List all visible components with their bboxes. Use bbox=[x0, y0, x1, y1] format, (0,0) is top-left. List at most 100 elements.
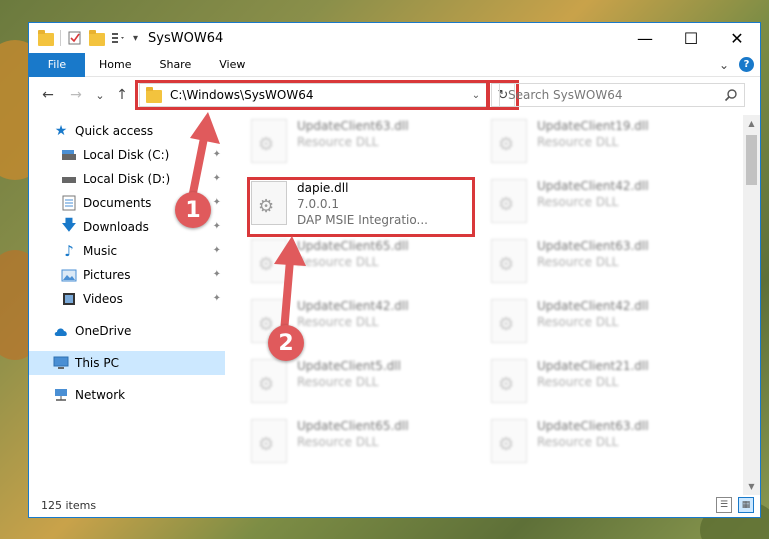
sidebar-item-label: This PC bbox=[75, 356, 119, 370]
file-name: dapie.dll bbox=[297, 181, 349, 195]
sidebar-item-pictures[interactable]: Pictures ✦ bbox=[29, 263, 225, 287]
sidebar-item-label: Downloads bbox=[83, 220, 149, 234]
video-icon bbox=[61, 291, 77, 307]
quick-access-toolbar: ▾ bbox=[29, 30, 138, 46]
address-path: C:\Windows\SysWOW64 bbox=[170, 88, 314, 102]
network-icon bbox=[53, 387, 69, 403]
file-name: UpdateClient42.dll bbox=[537, 179, 649, 193]
search-placeholder: Search SysWOW64 bbox=[508, 88, 623, 102]
address-bar[interactable]: C:\Windows\SysWOW64 ⌄ bbox=[139, 83, 487, 107]
title-bar: ▾ SysWOW64 — ☐ ✕ bbox=[29, 23, 760, 53]
dll-file-icon bbox=[491, 239, 527, 283]
back-button[interactable]: ← bbox=[37, 84, 59, 106]
file-tile[interactable]: UpdateClient42.dll Resource DLL bbox=[491, 299, 721, 357]
window-title: SysWOW64 bbox=[148, 30, 224, 46]
file-type: Resource DLL bbox=[537, 255, 619, 269]
file-type: Resource DLL bbox=[297, 375, 379, 389]
properties-icon[interactable] bbox=[67, 30, 83, 46]
drive-icon bbox=[61, 147, 77, 163]
help-icon[interactable]: ? bbox=[739, 57, 754, 72]
up-button[interactable]: ↑ bbox=[111, 84, 133, 106]
sidebar-item-network[interactable]: Network bbox=[29, 383, 225, 407]
sidebar-item-label: Local Disk (D:) bbox=[83, 172, 171, 186]
dll-file-icon bbox=[491, 299, 527, 343]
sidebar-item-label: Documents bbox=[83, 196, 152, 210]
sidebar-item-label: OneDrive bbox=[75, 324, 132, 338]
forward-button[interactable]: → bbox=[65, 84, 87, 106]
pin-icon[interactable]: ✦ bbox=[213, 293, 221, 304]
music-icon: ♪ bbox=[64, 242, 74, 260]
scroll-up-icon[interactable]: ▲ bbox=[743, 115, 760, 132]
sidebar-item-label: Music bbox=[83, 244, 118, 258]
folder-icon bbox=[38, 30, 54, 46]
file-tile[interactable]: UpdateClient42.dll Resource DLL bbox=[491, 179, 721, 237]
file-tile[interactable]: UpdateClient5.dll Resource DLL bbox=[251, 359, 481, 417]
tab-home[interactable]: Home bbox=[85, 53, 145, 77]
new-folder-icon[interactable] bbox=[89, 30, 105, 46]
file-tile[interactable]: UpdateClient21.dll Resource DLL bbox=[491, 359, 721, 417]
close-button[interactable]: ✕ bbox=[714, 23, 760, 53]
star-icon: ★ bbox=[54, 123, 68, 139]
dll-file-icon bbox=[491, 419, 527, 463]
file-type: Resource DLL bbox=[297, 135, 379, 149]
ribbon: File Home Share View ⌄ ? bbox=[29, 52, 760, 77]
file-type: Resource DLL bbox=[537, 375, 619, 389]
tiles-view-icon[interactable]: ▦ bbox=[738, 497, 754, 513]
file-name: UpdateClient19.dll bbox=[537, 119, 649, 133]
file-type: Resource DLL bbox=[297, 435, 379, 449]
file-tile[interactable]: UpdateClient65.dll Resource DLL bbox=[251, 419, 481, 477]
explorer-window: ▾ SysWOW64 — ☐ ✕ File Home Share View ⌄ … bbox=[28, 22, 761, 518]
address-dropdown-icon[interactable]: ⌄ bbox=[468, 87, 484, 103]
dll-file-icon bbox=[251, 181, 287, 225]
computer-icon bbox=[53, 355, 69, 371]
sidebar-item-videos[interactable]: Videos ✦ bbox=[29, 287, 225, 311]
dll-file-icon bbox=[251, 359, 287, 403]
recent-locations-button[interactable]: ⌄ bbox=[89, 84, 111, 106]
file-type: Resource DLL bbox=[537, 315, 619, 329]
search-input[interactable]: Search SysWOW64 bbox=[499, 83, 745, 107]
tab-share[interactable]: Share bbox=[145, 53, 205, 77]
file-tile-dapie[interactable]: dapie.dll 7.0.0.1 DAP MSIE Integratio... bbox=[251, 181, 481, 239]
window-controls: — ☐ ✕ bbox=[622, 23, 760, 53]
file-name: UpdateClient21.dll bbox=[537, 359, 649, 373]
download-icon: 🡇 bbox=[61, 215, 77, 234]
cloud-icon bbox=[53, 323, 69, 339]
maximize-button[interactable]: ☐ bbox=[668, 23, 714, 53]
document-icon bbox=[61, 195, 77, 211]
vertical-scrollbar[interactable]: ▲ ▼ bbox=[743, 115, 760, 495]
item-count: 125 items bbox=[41, 498, 97, 512]
tab-file[interactable]: File bbox=[29, 52, 85, 77]
file-type: Resource DLL bbox=[537, 195, 619, 209]
sidebar-item-music[interactable]: ♪ Music ✦ bbox=[29, 239, 225, 263]
picture-icon bbox=[61, 267, 77, 283]
file-name: UpdateClient63.dll bbox=[537, 419, 649, 433]
pin-icon[interactable]: ✦ bbox=[213, 245, 221, 256]
sidebar-item-onedrive[interactable]: OneDrive bbox=[29, 319, 225, 343]
dll-file-icon bbox=[491, 119, 527, 163]
ribbon-right: ⌄ ? bbox=[719, 57, 754, 72]
sidebar-item-this-pc[interactable]: This PC bbox=[29, 351, 225, 375]
file-tile[interactable]: UpdateClient63.dll Resource DLL bbox=[251, 119, 481, 177]
tab-view[interactable]: View bbox=[205, 53, 259, 77]
search-icon[interactable] bbox=[724, 88, 738, 102]
file-name: UpdateClient63.dll bbox=[537, 239, 649, 253]
dll-file-icon bbox=[491, 179, 527, 223]
minimize-button[interactable]: — bbox=[622, 23, 668, 53]
scroll-thumb[interactable] bbox=[746, 135, 757, 185]
sidebar-item-label: Pictures bbox=[83, 268, 131, 282]
drive-icon bbox=[61, 171, 77, 187]
toolbar-dropdown-icon[interactable]: ▾ bbox=[133, 33, 138, 44]
file-tile[interactable]: UpdateClient63.dll Resource DLL bbox=[491, 239, 721, 297]
details-view-icon[interactable]: ☰ bbox=[716, 497, 732, 513]
status-bar: 125 items ☰ ▦ bbox=[29, 493, 760, 517]
sidebar-item-label: Network bbox=[75, 388, 126, 402]
dll-file-icon bbox=[251, 419, 287, 463]
expand-ribbon-icon[interactable]: ⌄ bbox=[719, 58, 729, 72]
pin-icon[interactable]: ✦ bbox=[213, 269, 221, 280]
customize-icon[interactable] bbox=[111, 30, 127, 46]
folder-icon bbox=[146, 87, 162, 103]
file-tile[interactable]: UpdateClient63.dll Resource DLL bbox=[491, 419, 721, 477]
file-description: DAP MSIE Integratio... bbox=[297, 213, 428, 227]
file-tile[interactable]: UpdateClient19.dll Resource DLL bbox=[491, 119, 721, 177]
pin-icon[interactable]: ✦ bbox=[213, 221, 221, 232]
